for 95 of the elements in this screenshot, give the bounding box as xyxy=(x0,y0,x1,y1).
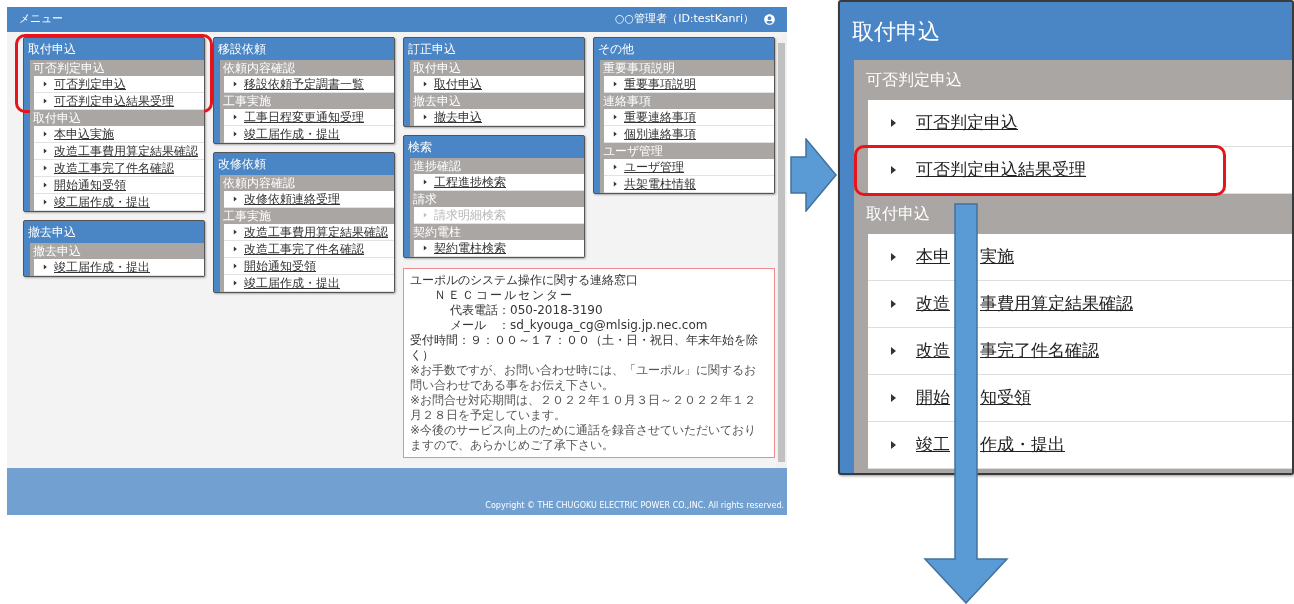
menu-link[interactable]: 工事日程変更通知受理 xyxy=(224,109,394,126)
caret-icon xyxy=(888,118,898,128)
caret-icon xyxy=(888,346,898,356)
menu-link[interactable]: 竣工届作成・提出 xyxy=(224,126,394,143)
section-title: 可否判定申込 xyxy=(865,69,963,91)
caret-icon xyxy=(42,165,48,171)
caret-icon xyxy=(42,131,48,137)
menu-link[interactable]: 改造工事完了件名確認 xyxy=(224,241,394,258)
caret-icon xyxy=(42,199,48,205)
menu-link[interactable]: 改修依頼連絡受理 xyxy=(224,191,394,208)
panel-title: 取付申込 xyxy=(27,41,77,58)
caret-icon xyxy=(42,81,48,87)
user-name: ○○管理者（ID:testKanri） xyxy=(614,11,754,28)
menu-link[interactable]: 改造工事費用算定結果確認 xyxy=(34,143,204,160)
menu-link[interactable]: 本申込実施 xyxy=(34,126,204,143)
panel-title: 訂正申込 xyxy=(407,41,457,58)
caret-icon xyxy=(612,81,618,87)
menu-link[interactable]: 竣工届作成・提出 xyxy=(224,275,394,292)
menu-link[interactable]: 共架電柱情報 xyxy=(604,176,774,193)
section-title: 依頼内容確認 xyxy=(222,175,296,191)
caret-icon xyxy=(888,299,898,309)
menu-link[interactable]: ユーザ管理 xyxy=(604,159,774,176)
menu-link[interactable]: 工程進捗検索 xyxy=(414,174,584,191)
caret-icon xyxy=(232,131,238,137)
notice-line: 受付時間：９：００～１７：００（土・日・祝日、年末年始を除く） xyxy=(410,333,759,363)
section-title: 撤去申込 xyxy=(32,243,82,259)
section-title: 進捗確認 xyxy=(412,158,462,174)
caret-icon xyxy=(232,263,238,269)
notice-line: ※お手数ですが、お問い合わせ時には、「ユーポル」に関するお問い合わせである事をお伝え下さい。 xyxy=(410,363,758,393)
caret-icon xyxy=(422,179,428,185)
caret-icon xyxy=(42,98,48,104)
panel-title: 移設依頼 xyxy=(217,41,267,58)
section-title: 工事実施 xyxy=(222,93,272,109)
menu-link[interactable]: 開始通知受領 xyxy=(34,177,204,194)
page-title: メニュー xyxy=(19,11,63,28)
section-title: 依頼内容確認 xyxy=(222,60,296,76)
menu-link[interactable]: 個別連絡事項 xyxy=(604,126,774,143)
notice-line: メール ：sd_kyouga_cg@mlsig.jp.nec.com xyxy=(449,318,709,333)
menu-link[interactable]: 竣工届作成・提出 xyxy=(34,194,204,211)
menu-link[interactable]: 撤去申込 xyxy=(414,109,584,126)
caret-icon xyxy=(888,252,898,262)
caret-icon xyxy=(42,148,48,154)
section-title: 工事実施 xyxy=(222,208,272,224)
menu-link[interactable]: 重要事項説明 xyxy=(604,76,774,93)
notice-line: ＮＥＣコールセンター xyxy=(433,288,575,303)
caret-icon xyxy=(612,181,618,187)
section-title: 取付申込 xyxy=(32,110,82,126)
notice-line: 代表電話：050-2018-3190 xyxy=(449,303,604,318)
user-icon[interactable] xyxy=(764,14,775,25)
menu-link[interactable]: 契約電柱検索 xyxy=(414,240,584,257)
copyright-text: Copyright © THE CHUGOKU ELECTRIC POWER CO.,INC. All rights reserved. xyxy=(485,500,784,512)
menu-link[interactable]: 可否判定申込 xyxy=(34,76,204,93)
panel-title: 検索 xyxy=(407,139,433,156)
menu-link[interactable]: 竣工届作成・提出 xyxy=(34,259,204,276)
menu-link[interactable]: 改造工事完了件名確認 xyxy=(34,160,204,177)
caret-icon xyxy=(232,196,238,202)
menu-link[interactable]: 可否判定申込結果受理 xyxy=(34,93,204,110)
caret-icon xyxy=(42,264,48,270)
caret-icon xyxy=(232,246,238,252)
section-title: ユーザ管理 xyxy=(602,143,664,159)
caret-icon xyxy=(612,164,618,170)
caret-icon xyxy=(888,165,898,175)
caret-icon xyxy=(232,114,238,120)
caret-icon xyxy=(422,212,428,218)
section-title: 請求 xyxy=(412,191,438,207)
caret-icon xyxy=(612,114,618,120)
section-title: 取付申込 xyxy=(865,203,931,225)
menu-link[interactable]: 取付申込 xyxy=(414,76,584,93)
section-title: 撤去申込 xyxy=(412,93,462,109)
caret-icon xyxy=(422,81,428,87)
menu-link[interactable]: 重要連絡事項 xyxy=(604,109,774,126)
callout-title: 取付申込 xyxy=(851,17,941,46)
panel-title: 改修依頼 xyxy=(217,156,267,173)
menu-link[interactable]: 移設依頼予定調書一覧 xyxy=(224,76,394,93)
panel-title: その他 xyxy=(597,41,635,58)
section-title: 取付申込 xyxy=(412,60,462,76)
caret-icon xyxy=(232,81,238,87)
caret-icon xyxy=(232,280,238,286)
section-title: 可否判定申込 xyxy=(32,60,106,76)
menu-link[interactable]: 改造工事費用算定結果確認 xyxy=(224,224,394,241)
section-title: 連絡事項 xyxy=(602,93,652,109)
caret-icon xyxy=(232,229,238,235)
notice-line: ユーポルのシステム操作に関する連絡窓口 xyxy=(410,273,639,288)
notice-line: ※今後のサービス向上のために通話を録音させていただいておりますので、あらかじめご了承下さい。 xyxy=(410,423,758,453)
caret-icon xyxy=(888,393,898,403)
caret-icon xyxy=(612,131,618,137)
caret-icon xyxy=(422,245,428,251)
caret-icon xyxy=(422,114,428,120)
panel-title: 撤去申込 xyxy=(27,224,77,241)
section-title: 契約電柱 xyxy=(412,224,462,240)
notice-line: ※お問合せ対応期間は、２０２２年１０月３日～２０２２年１２月２８日を予定しています。 xyxy=(410,393,758,423)
menu-link[interactable]: 開始通知受領 xyxy=(224,258,394,275)
caret-icon xyxy=(888,440,898,450)
caret-icon xyxy=(42,182,48,188)
section-title: 重要事項説明 xyxy=(602,60,676,76)
